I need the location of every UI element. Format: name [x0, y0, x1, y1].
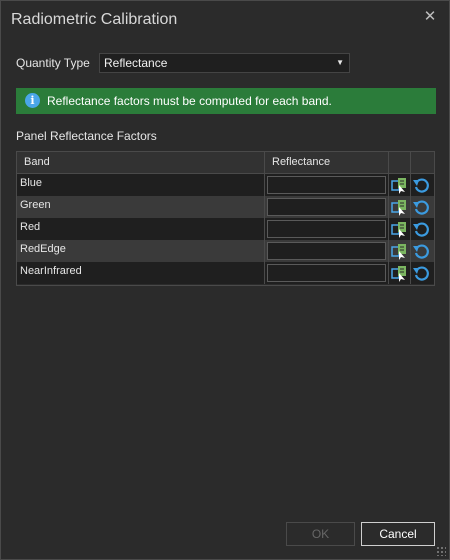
table-row: NearInfrared: [17, 262, 434, 284]
reflectance-input[interactable]: [267, 264, 386, 282]
table-row: Blue: [17, 174, 434, 196]
radiometric-calibration-dialog: Radiometric Calibration ✕ Quantity Type …: [0, 0, 450, 560]
reset-cell: [411, 218, 434, 240]
table-row: Green: [17, 196, 434, 218]
ok-button[interactable]: OK: [286, 522, 355, 546]
band-cell: RedEdge: [17, 240, 265, 262]
pick-cell: [389, 240, 411, 262]
band-cell: Red: [17, 218, 265, 240]
resize-grip-icon[interactable]: [436, 546, 446, 556]
grid-header: Band Reflectance: [17, 152, 434, 174]
reflectance-cell: [265, 218, 389, 240]
info-banner: i Reflectance factors must be computed f…: [16, 88, 436, 114]
panel-reflectance-factors-label: Panel Reflectance Factors: [16, 129, 157, 143]
reflectance-input[interactable]: [267, 176, 386, 194]
reflectance-input[interactable]: [267, 220, 386, 238]
pick-cell: [389, 262, 411, 284]
reset-icon[interactable]: [412, 263, 432, 283]
table-row: RedEdge: [17, 240, 434, 262]
pick-panel-icon[interactable]: [389, 197, 409, 217]
band-cell: Blue: [17, 174, 265, 196]
reflectance-cell: [265, 262, 389, 284]
reflectance-grid: Band Reflectance Blue Green Red RedEdge …: [16, 151, 435, 286]
reset-cell: [411, 262, 434, 284]
reset-icon[interactable]: [412, 197, 432, 217]
pick-cell: [389, 174, 411, 196]
dropdown-arrow-icon: ▼: [336, 58, 344, 67]
quantity-type-label: Quantity Type: [16, 56, 90, 70]
reflectance-input[interactable]: [267, 242, 386, 260]
pick-cell: [389, 196, 411, 218]
title-bar: Radiometric Calibration ✕: [1, 1, 449, 39]
reset-icon[interactable]: [412, 241, 432, 261]
pick-panel-icon[interactable]: [389, 219, 409, 239]
reset-cell: [411, 174, 434, 196]
reflectance-cell: [265, 174, 389, 196]
reset-cell: [411, 196, 434, 218]
reflectance-cell: [265, 240, 389, 262]
reset-cell: [411, 240, 434, 262]
pick-panel-icon[interactable]: [389, 175, 409, 195]
column-header-band[interactable]: Band: [17, 152, 265, 173]
info-icon: i: [25, 93, 40, 108]
band-cell: NearInfrared: [17, 262, 265, 284]
pick-panel-icon[interactable]: [389, 263, 409, 283]
column-header-reset: [411, 152, 434, 173]
reset-icon[interactable]: [412, 219, 432, 239]
reflectance-input[interactable]: [267, 198, 386, 216]
info-message: Reflectance factors must be computed for…: [47, 94, 332, 108]
quantity-type-value: Reflectance: [104, 56, 168, 70]
dialog-title: Radiometric Calibration: [11, 11, 178, 28]
close-icon[interactable]: ✕: [421, 8, 439, 26]
reset-icon[interactable]: [412, 175, 432, 195]
table-row: Red: [17, 218, 434, 240]
column-header-reflectance[interactable]: Reflectance: [265, 152, 389, 173]
reflectance-cell: [265, 196, 389, 218]
pick-cell: [389, 218, 411, 240]
column-header-pick: [389, 152, 411, 173]
quantity-type-select[interactable]: Reflectance ▼: [99, 53, 350, 73]
band-cell: Green: [17, 196, 265, 218]
cancel-button[interactable]: Cancel: [361, 522, 435, 546]
pick-panel-icon[interactable]: [389, 241, 409, 261]
